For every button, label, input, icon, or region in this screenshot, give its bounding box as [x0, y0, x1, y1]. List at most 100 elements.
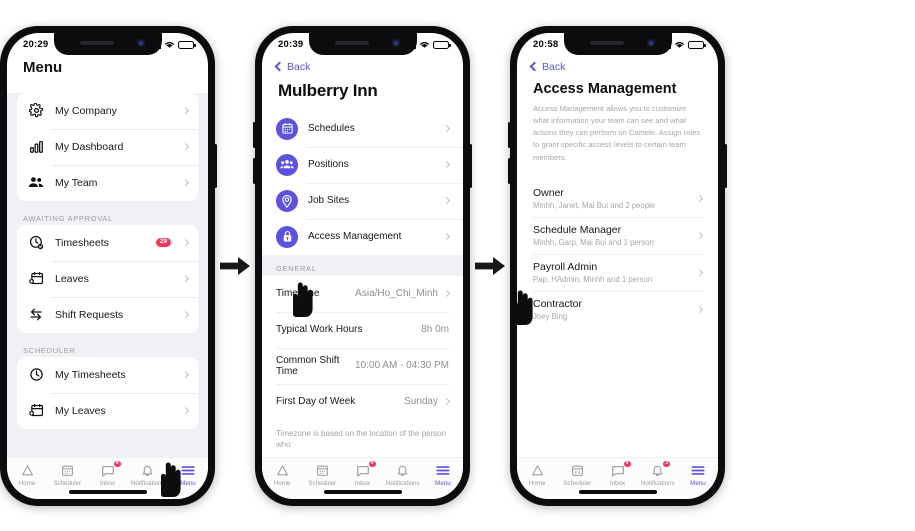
bell-icon [141, 463, 154, 478]
role-name: Owner [533, 186, 564, 199]
setting-row-timezone[interactable]: Timezone Asia/Ho_Chi_Minh [262, 275, 463, 312]
tab-scheduler[interactable]: Scheduler [302, 463, 342, 487]
chevron-right-icon [695, 194, 704, 203]
volume-down-button [508, 157, 511, 184]
role-row-schedule-manager[interactable]: Schedule Manager Minhh, Garp, Mai Bui an… [517, 216, 718, 254]
menu-item-my-timesheets[interactable]: My Timesheets [17, 357, 198, 393]
setting-row-common-shift-time[interactable]: Common Shift Time 10:00 AM - 04:30 PM [262, 347, 463, 384]
chevron-right-icon [695, 268, 704, 277]
role-members: Pap, HAdmin, Minhh and 1 person [533, 274, 653, 284]
tab-badge: 9 [622, 459, 632, 468]
back-button[interactable]: Back [262, 57, 463, 75]
tab-scheduler[interactable]: Scheduler [47, 463, 87, 487]
chevron-right-icon [181, 178, 190, 187]
menu-scroll-area[interactable]: My Company My Dashboard My Team AWAITING… [7, 84, 208, 457]
menu-item-leaves[interactable]: Leaves [17, 260, 198, 297]
tab-menu[interactable]: Menu [678, 463, 718, 487]
back-button[interactable]: Back [517, 57, 718, 75]
swap-arrows-icon [27, 306, 45, 324]
hamburger-icon [436, 463, 450, 478]
setting-row-first-day-of-week[interactable]: First Day of Week Sunday [262, 383, 463, 420]
flow-arrow-2 [470, 256, 510, 275]
tab-menu[interactable]: Menu [168, 463, 208, 487]
page-title: Access Management [533, 80, 677, 97]
tab-scheduler[interactable]: Scheduler [557, 463, 597, 487]
menu-item-access-management[interactable]: Access Management [262, 218, 463, 255]
tab-home[interactable]: Home [7, 463, 47, 487]
bell-icon: 1 [651, 459, 672, 478]
setting-row-typical-work-hours[interactable]: Typical Work Hours 8h 0m [262, 311, 463, 348]
tab-inbox[interactable]: 9 Inbox [342, 459, 382, 487]
tab-inbox[interactable]: 9 Inbox [597, 459, 637, 487]
tab-label: Inbox [354, 479, 371, 487]
tab-label: Home [18, 479, 36, 487]
tab-inbox[interactable]: 9 Inbox [87, 459, 127, 487]
back-label: Back [287, 60, 311, 73]
setting-value: Sunday [404, 396, 438, 407]
volume-up-button [253, 121, 256, 148]
menu-item-label: My Timesheets [55, 368, 126, 381]
phone-3-screen: 20:58 Back Access Management Access Mana… [517, 32, 718, 499]
company-scroll-area[interactable]: Schedules Positions Job Sites Access Man… [262, 110, 463, 457]
menu-item-timesheets[interactable]: Timesheets 29 [17, 225, 198, 261]
chevron-right-icon [181, 406, 190, 415]
tab-label: Menu [690, 479, 706, 487]
home-indicator [323, 490, 402, 494]
role-row-contractor[interactable]: Contractor Joey Bing [517, 290, 718, 328]
menu-item-my-team[interactable]: My Team [17, 164, 198, 201]
phone-1-content: Menu My Company My Dashboard My Team AWA… [7, 57, 208, 499]
menu-item-positions[interactable]: Positions [262, 146, 463, 183]
setting-key: Typical Work Hours [276, 324, 363, 335]
home-icon [21, 463, 34, 478]
tab-notifications[interactable]: Notifications [128, 463, 168, 487]
front-camera-icon [646, 38, 655, 47]
role-members: Minhh, Garp, Mai Bui and 1 person [533, 237, 654, 247]
setting-value: Asia/Ho_Chi_Minh [355, 288, 438, 299]
hamburger-icon [181, 463, 195, 478]
scheduler-icon [316, 463, 329, 478]
tab-label: Inbox [609, 479, 626, 487]
role-text: Payroll Admin Pap, HAdmin, Minhh and 1 p… [533, 261, 691, 284]
notch [308, 32, 417, 55]
power-button [469, 143, 472, 188]
roles-scroll-area[interactable]: Owner Minhh, Janet, Mai Bui and 2 people… [517, 164, 718, 457]
menu-item-my-leaves[interactable]: My Leaves [17, 392, 198, 429]
menu-item-label: Job Sites [308, 195, 350, 206]
menu-item-shift-requests[interactable]: Shift Requests [17, 296, 198, 333]
clock-icon [27, 366, 45, 384]
chevron-right-icon [442, 289, 451, 298]
tab-label: Scheduler [53, 479, 82, 487]
menu-item-my-company[interactable]: My Company [17, 93, 198, 129]
section-label-scheduler: SCHEDULER [23, 345, 76, 355]
status-time: 20:58 [533, 39, 559, 50]
tab-home[interactable]: Home [262, 463, 302, 487]
phone-2-screen: 20:39 Back Mulberry Inn Schedules Positi… [262, 32, 463, 499]
chevron-right-icon [442, 232, 451, 241]
role-row-owner[interactable]: Owner Minhh, Janet, Mai Bui and 2 people [517, 180, 718, 217]
phone-3-content: Back Access Management Access Management… [517, 57, 718, 499]
tab-menu[interactable]: Menu [423, 463, 463, 487]
menu-item-schedules[interactable]: Schedules [262, 110, 463, 147]
roles-list: Owner Minhh, Janet, Mai Bui and 2 people… [517, 180, 718, 328]
chevron-right-icon [181, 142, 190, 151]
page-title: Menu [23, 58, 63, 76]
scheduler-icon [61, 463, 74, 478]
menu-item-job-sites[interactable]: Job Sites [262, 182, 463, 219]
menu-item-my-dashboard[interactable]: My Dashboard [17, 128, 198, 165]
role-row-payroll-admin[interactable]: Payroll Admin Pap, HAdmin, Minhh and 1 p… [517, 253, 718, 291]
phone-2-content: Back Mulberry Inn Schedules Positions Jo… [262, 57, 463, 499]
chevron-right-icon [181, 238, 190, 247]
tab-notifications[interactable]: 1 Notifications [638, 459, 678, 487]
volume-up-button [0, 121, 1, 148]
menu-item-label: Positions [308, 159, 349, 170]
tab-label: Menu [180, 479, 196, 487]
status-time: 20:39 [278, 39, 304, 50]
clock-check-icon [27, 234, 45, 252]
role-name: Contractor [533, 297, 583, 310]
timezone-footnote: Timezone is based on the location of the… [262, 419, 463, 451]
tab-home[interactable]: Home [517, 463, 557, 487]
menu-card-scheduler: My Timesheets My Leaves [17, 356, 198, 429]
tab-notifications[interactable]: Notifications [383, 463, 423, 487]
calendar-add-icon [27, 270, 45, 288]
tab-label: Home [528, 479, 546, 487]
